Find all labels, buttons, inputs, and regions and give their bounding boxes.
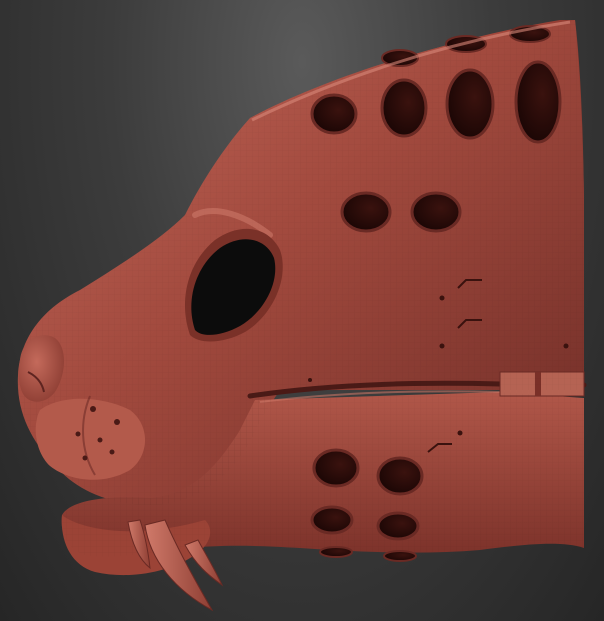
sculpt-viewport (0, 0, 604, 621)
mask-render (17, 20, 587, 612)
